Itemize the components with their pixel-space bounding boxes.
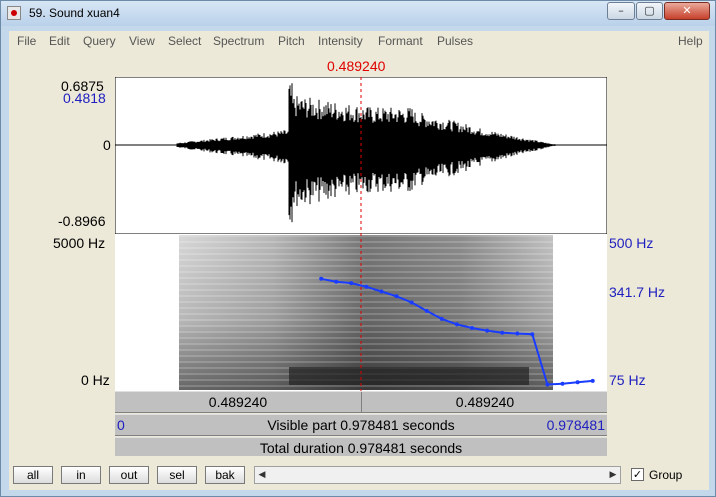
pitch-point xyxy=(349,281,354,286)
zoom-in-button[interactable]: in xyxy=(61,466,101,484)
pitch-bottom-label: 75 Hz xyxy=(609,372,646,388)
waveform-zero-label: 0 xyxy=(103,137,111,153)
group-label: Group xyxy=(649,468,683,482)
pitch-point xyxy=(500,330,505,335)
pitch-point xyxy=(334,279,339,284)
zoom-back-button[interactable]: bak xyxy=(205,466,245,484)
editor-client-area: File Edit Query View Select Spectrum Pit… xyxy=(9,31,709,490)
pitch-point xyxy=(364,284,369,289)
group-checkbox[interactable]: ✓ xyxy=(631,468,644,481)
pitch-point xyxy=(560,381,565,386)
horizontal-scrollbar[interactable]: ◀ ▶ xyxy=(254,466,621,484)
menu-view[interactable]: View xyxy=(129,34,155,48)
waveform-cursor-amplitude-label: 0.4818 xyxy=(63,90,106,106)
menu-intensity[interactable]: Intensity xyxy=(318,34,363,48)
bottom-navigation: all in out sel bak ◀ ▶ ✓ Group xyxy=(9,456,709,490)
cursor-time-bar[interactable]: 0.489240 0.489240 xyxy=(115,391,607,413)
menu-pulses[interactable]: Pulses xyxy=(437,34,473,48)
cursor-time-label: 0.489240 xyxy=(327,58,386,74)
pitch-point xyxy=(590,378,595,383)
scroll-right-arrow-icon[interactable]: ▶ xyxy=(606,467,620,483)
pitch-point xyxy=(575,380,580,385)
praat-sound-window: 59. Sound xuan4 – ▢ ✕ File Edit Query Vi… xyxy=(0,0,716,497)
menu-help[interactable]: Help xyxy=(678,34,703,48)
spectrogram-low-band xyxy=(289,367,529,385)
menu-select[interactable]: Select xyxy=(168,34,201,48)
time-left-segment[interactable]: 0.489240 xyxy=(115,392,361,412)
pitch-point xyxy=(545,382,550,387)
title-bar: 59. Sound xuan4 – ▢ ✕ xyxy=(1,1,715,26)
minimize-button[interactable]: – xyxy=(607,2,635,20)
pitch-point xyxy=(319,276,324,281)
pitch-point xyxy=(394,294,399,299)
visible-part-bar[interactable]: 0 Visible part 0.978481 seconds 0.978481 xyxy=(115,414,607,436)
pitch-point xyxy=(439,316,444,321)
pitch-point xyxy=(485,328,490,333)
close-button[interactable]: ✕ xyxy=(664,2,710,20)
spectrogram-top-label: 5000 Hz xyxy=(53,235,106,251)
menu-formant[interactable]: Formant xyxy=(378,34,423,48)
zoom-out-button[interactable]: out xyxy=(109,466,149,484)
menu-file[interactable]: File xyxy=(17,34,36,48)
waveform-min-label: -0.8966 xyxy=(58,213,106,229)
menu-bar: File Edit Query View Select Spectrum Pit… xyxy=(9,31,709,51)
spectrogram-bottom-label: 0 Hz xyxy=(81,372,110,388)
menu-spectrum[interactable]: Spectrum xyxy=(213,34,264,48)
zoom-selection-button[interactable]: sel xyxy=(157,466,197,484)
window-title: 59. Sound xuan4 xyxy=(29,6,120,20)
menu-query[interactable]: Query xyxy=(83,34,116,48)
total-duration-label: Total duration 0.978481 seconds xyxy=(259,440,463,456)
menu-pitch[interactable]: Pitch xyxy=(278,34,305,48)
pitch-point xyxy=(454,322,459,327)
scroll-left-arrow-icon[interactable]: ◀ xyxy=(255,467,269,483)
pitch-mid-label: 341.7 Hz xyxy=(609,284,666,300)
sound-plot-area[interactable] xyxy=(115,77,607,391)
menu-edit[interactable]: Edit xyxy=(49,34,70,48)
pitch-point xyxy=(424,308,429,313)
maximize-button[interactable]: ▢ xyxy=(636,2,663,20)
pitch-point xyxy=(530,332,535,337)
praat-app-icon xyxy=(7,6,21,20)
visible-end-label: 0.978481 xyxy=(546,417,605,433)
pitch-point xyxy=(379,289,384,294)
pitch-point xyxy=(515,331,520,336)
time-right-segment[interactable]: 0.489240 xyxy=(361,392,608,412)
zoom-all-button[interactable]: all xyxy=(13,466,53,484)
pitch-top-label: 500 Hz xyxy=(609,235,654,251)
pitch-point xyxy=(409,300,414,305)
pitch-point xyxy=(470,326,474,330)
